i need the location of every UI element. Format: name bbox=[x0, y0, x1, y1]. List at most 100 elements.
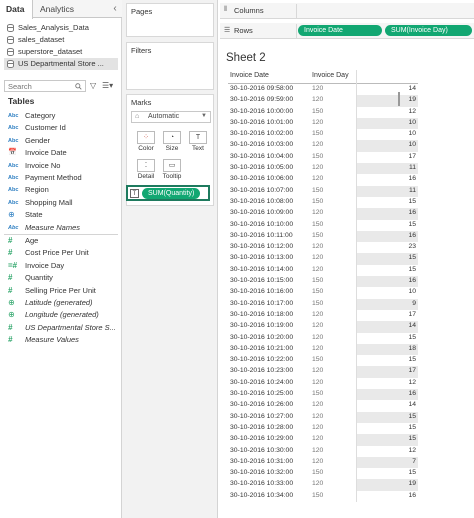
table-row[interactable]: 30-10-2016 10:05:00 120 11 bbox=[228, 163, 418, 175]
field-item[interactable]: Abc Measure Names bbox=[8, 222, 122, 234]
quantity-cell: 15 bbox=[356, 219, 418, 231]
string-type-icon: Abc bbox=[8, 187, 19, 194]
sheet-title[interactable]: Sheet 2 bbox=[226, 52, 266, 64]
invoice-date-cell: 30-10-2016 10:31:00 bbox=[230, 457, 294, 465]
table-scrollbar[interactable] bbox=[398, 92, 400, 106]
filters-card[interactable]: Filters bbox=[126, 42, 214, 90]
filter-fields-icon[interactable]: ▽ bbox=[90, 80, 100, 92]
table-row[interactable]: 30-10-2016 10:33:00 120 19 bbox=[228, 479, 418, 491]
table-row[interactable]: 30-10-2016 10:18:00 120 17 bbox=[228, 309, 418, 322]
quantity-cell: 15 bbox=[356, 468, 418, 480]
field-item[interactable]: Abc Customer Id bbox=[8, 122, 122, 134]
field-item[interactable]: 📅 Invoice Date bbox=[8, 147, 122, 159]
table-row[interactable]: 30-10-2016 10:19:00 120 14 bbox=[228, 321, 418, 333]
table-row[interactable]: 30-10-2016 10:28:00 120 15 bbox=[228, 422, 418, 435]
rows-shelf[interactable]: ☰ Rows Invoice Date SUM(Invoice Day) bbox=[220, 23, 474, 39]
table-row[interactable]: 30-10-2016 10:03:00 120 10 bbox=[228, 140, 418, 152]
color-button[interactable]: ⁘ Color bbox=[135, 131, 157, 153]
field-item[interactable]: =# Invoice Day bbox=[8, 260, 122, 272]
text-mark-field[interactable]: T SUM(Quantity) bbox=[126, 185, 210, 201]
table-row[interactable]: 30-10-2016 10:11:00 150 16 bbox=[228, 230, 418, 243]
field-label: Category bbox=[25, 111, 56, 120]
sum-quantity-pill[interactable]: SUM(Quantity) bbox=[142, 188, 201, 199]
table-row[interactable]: 30-10-2016 10:20:00 120 15 bbox=[228, 332, 418, 344]
text-button[interactable]: T Text bbox=[187, 131, 209, 153]
table-row[interactable]: 30-10-2016 10:08:00 150 15 bbox=[228, 196, 418, 209]
columns-shelf[interactable]: ⦀ Columns bbox=[220, 3, 474, 19]
table-row[interactable]: 30-10-2016 10:34:00 150 16 bbox=[228, 490, 418, 502]
tab-analytics[interactable]: Analytics bbox=[40, 0, 100, 18]
field-item[interactable]: Abc Region bbox=[8, 184, 122, 196]
invoice-day-cell: 120 bbox=[312, 85, 324, 92]
field-item[interactable]: # Quantity bbox=[8, 272, 122, 284]
table-row[interactable]: 30-10-2016 10:06:00 120 16 bbox=[228, 174, 418, 186]
invoice-day-cell: 120 bbox=[312, 367, 324, 375]
table-row[interactable]: 30-10-2016 10:31:00 120 7 bbox=[228, 456, 418, 469]
field-item[interactable]: Abc Payment Method bbox=[8, 172, 122, 184]
quantity-value: 10 bbox=[408, 288, 416, 296]
table-row[interactable]: 30-10-2016 10:02:00 150 10 bbox=[228, 129, 418, 141]
collapse-pane-icon[interactable]: ‹ bbox=[110, 3, 120, 15]
table-row[interactable]: 30-10-2016 10:24:00 120 12 bbox=[228, 377, 418, 390]
sum-invoice-day-pill[interactable]: SUM(Invoice Day) bbox=[385, 25, 472, 36]
invoice-day-cell: 150 bbox=[312, 130, 324, 138]
quantity-value: 11 bbox=[408, 164, 416, 172]
field-item[interactable]: # US Departmental Store S... bbox=[8, 322, 122, 334]
tab-data[interactable]: Data bbox=[0, 0, 33, 19]
table-row[interactable]: 30-10-2016 09:58:00 120 14 bbox=[228, 84, 418, 96]
field-item[interactable]: # Cost Price Per Unit bbox=[8, 247, 122, 259]
field-search-box[interactable] bbox=[4, 80, 86, 92]
invoice-day-cell: 120 bbox=[312, 333, 324, 341]
table-row[interactable]: 30-10-2016 10:27:00 120 15 bbox=[228, 411, 418, 423]
detail-button[interactable]: ⁚ Detail bbox=[135, 159, 157, 181]
table-row[interactable]: 30-10-2016 10:17:00 150 9 bbox=[228, 298, 418, 310]
table-row[interactable]: 30-10-2016 10:00:00 150 12 bbox=[228, 106, 418, 118]
field-label: Gender bbox=[25, 135, 51, 145]
quantity-cell: 14 bbox=[356, 84, 418, 96]
field-item[interactable]: # Selling Price Per Unit bbox=[8, 285, 122, 297]
table-row[interactable]: 30-10-2016 10:22:00 150 15 bbox=[228, 355, 418, 367]
table-row[interactable]: 30-10-2016 10:23:00 120 17 bbox=[228, 366, 418, 378]
table-row[interactable]: 30-10-2016 10:04:00 150 17 bbox=[228, 151, 418, 164]
table-row[interactable]: 30-10-2016 10:25:00 150 16 bbox=[228, 389, 418, 401]
table-row[interactable]: 30-10-2016 10:01:00 120 10 bbox=[228, 117, 418, 130]
pages-card[interactable]: Pages bbox=[126, 3, 214, 37]
table-row[interactable]: 30-10-2016 09:59:00 120 19 bbox=[228, 95, 418, 107]
invoice-date-cell: 30-10-2016 10:21:00 bbox=[230, 344, 294, 352]
table-row[interactable]: 30-10-2016 10:32:00 150 15 bbox=[228, 468, 418, 480]
table-row[interactable]: 30-10-2016 10:13:00 120 15 bbox=[228, 253, 418, 265]
search-input[interactable] bbox=[8, 81, 68, 91]
view-options-icon[interactable]: ☰▾ bbox=[102, 80, 118, 92]
column-header-invoice-date[interactable]: Invoice Date bbox=[230, 72, 269, 79]
table-row[interactable]: 30-10-2016 10:15:00 150 16 bbox=[228, 276, 418, 288]
table-row[interactable]: 30-10-2016 10:12:00 120 23 bbox=[228, 242, 418, 254]
field-item[interactable]: Abc Invoice No bbox=[8, 160, 122, 172]
table-row[interactable]: 30-10-2016 10:29:00 120 15 bbox=[228, 434, 418, 446]
datasource-item-active[interactable]: US Departmental Store ... bbox=[4, 58, 118, 70]
datasource-item[interactable]: superstore_dataset bbox=[4, 46, 118, 58]
field-item[interactable]: # Age bbox=[8, 235, 122, 247]
table-row[interactable]: 30-10-2016 10:26:00 120 14 bbox=[228, 400, 418, 412]
datasource-item[interactable]: Sales_Analysis_Data bbox=[4, 22, 118, 34]
table-row[interactable]: 30-10-2016 10:10:00 150 15 bbox=[228, 219, 418, 231]
datasource-item[interactable]: sales_dataset bbox=[4, 34, 118, 46]
table-row[interactable]: 30-10-2016 10:09:00 120 16 bbox=[228, 208, 418, 220]
field-item[interactable]: ⊕ Latitude (generated) bbox=[8, 297, 122, 309]
table-row[interactable]: 30-10-2016 10:21:00 120 18 bbox=[228, 343, 418, 356]
field-item[interactable]: Abc Category bbox=[8, 110, 122, 122]
size-button[interactable]: ◔ Size bbox=[161, 131, 183, 153]
field-item[interactable]: Abc Gender bbox=[8, 135, 122, 147]
table-row[interactable]: 30-10-2016 10:14:00 120 15 bbox=[228, 264, 418, 277]
field-item[interactable]: Abc Shopping Mall bbox=[8, 197, 122, 209]
table-row[interactable]: 30-10-2016 10:07:00 150 11 bbox=[228, 185, 418, 197]
table-row[interactable]: 30-10-2016 10:30:00 120 12 bbox=[228, 445, 418, 457]
tooltip-button[interactable]: ▭ Tooltip bbox=[161, 159, 183, 181]
invoice-day-cell: 120 bbox=[312, 141, 324, 149]
invoice-date-pill[interactable]: Invoice Date bbox=[298, 25, 382, 36]
marks-type-dropdown[interactable]: ⌂ Automatic ▼ bbox=[131, 111, 211, 123]
field-item[interactable]: ⊕ Longitude (generated) bbox=[8, 309, 122, 321]
field-item[interactable]: # Measure Values bbox=[8, 334, 122, 346]
column-header-invoice-day[interactable]: Invoice Day bbox=[312, 72, 349, 79]
field-item[interactable]: ⊕ State bbox=[8, 209, 122, 221]
table-row[interactable]: 30-10-2016 10:16:00 150 10 bbox=[228, 287, 418, 299]
